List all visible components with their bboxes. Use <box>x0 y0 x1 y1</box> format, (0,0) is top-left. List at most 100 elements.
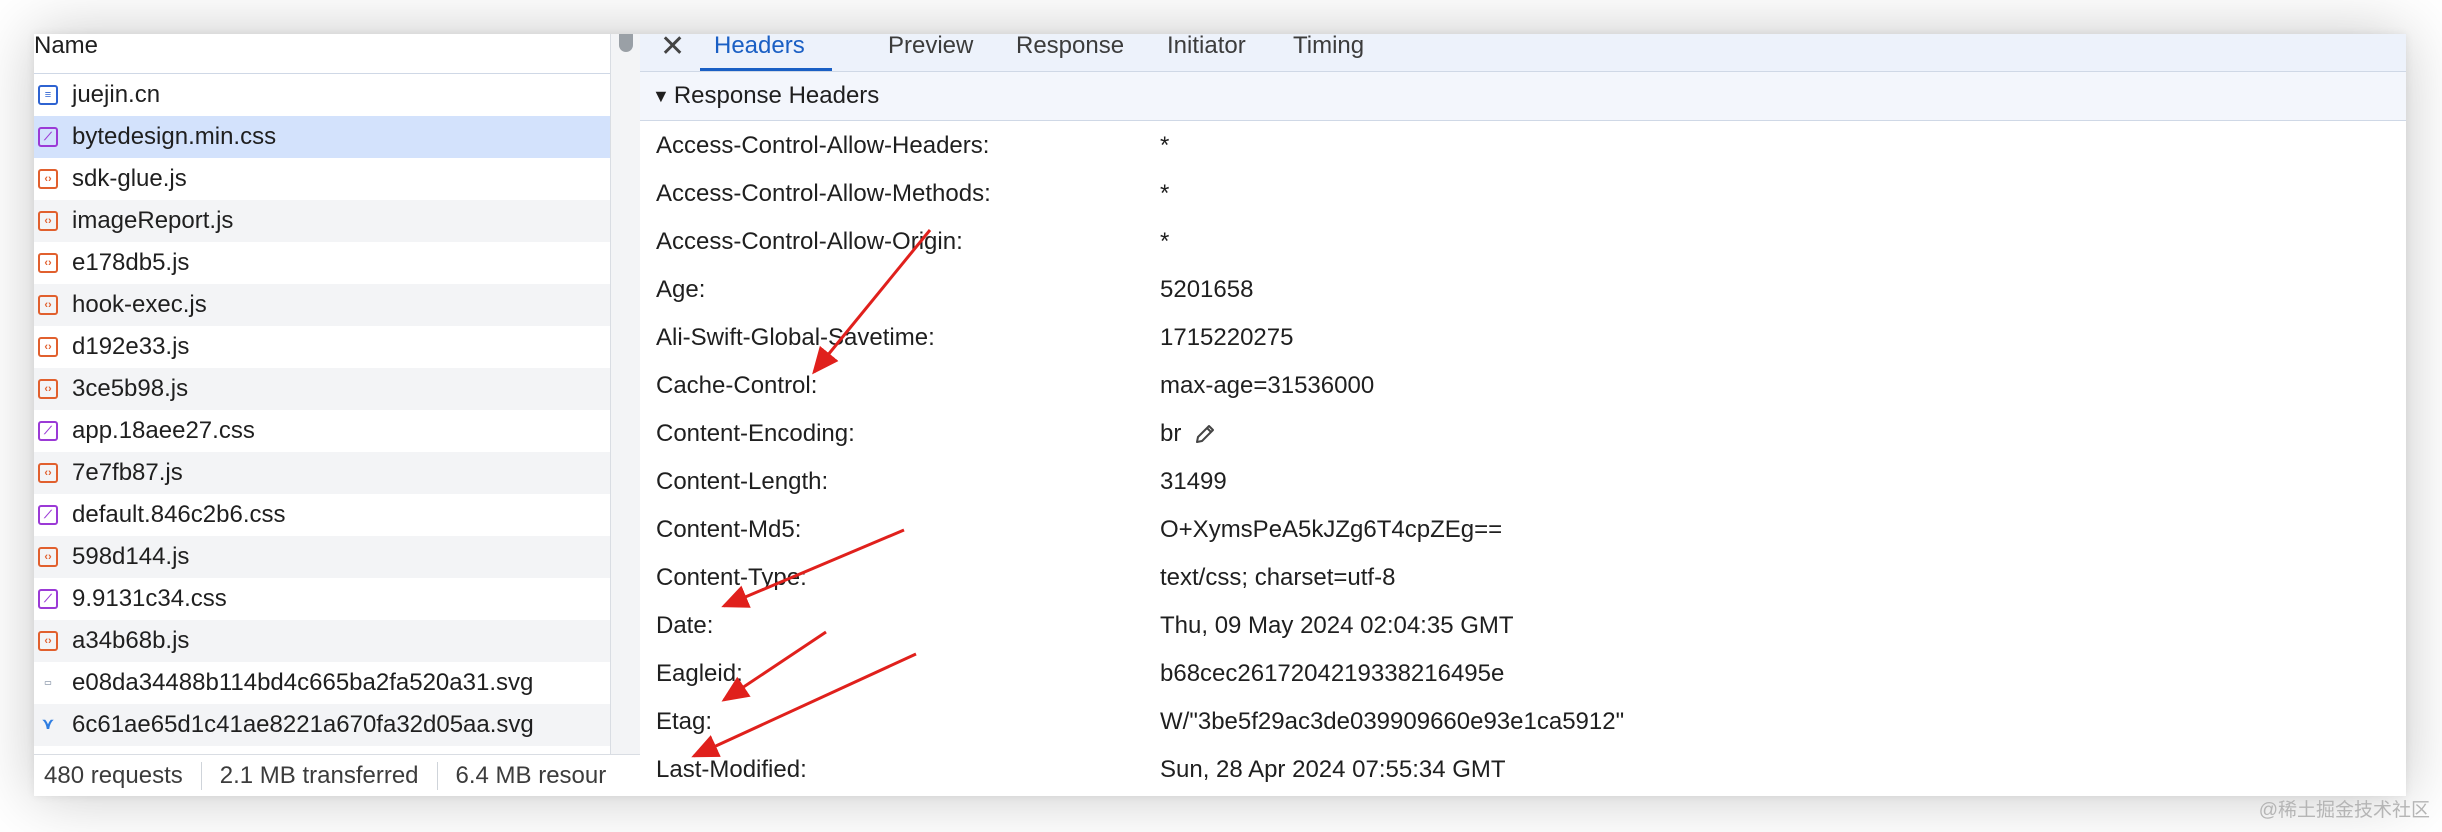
header-name: Eagleid: <box>656 660 743 687</box>
header-value-text: text/css; charset=utf-8 <box>1160 564 1396 591</box>
header-value-text: W/"3be5f29ac3de039909660e93e1ca5912" <box>1160 708 1625 735</box>
request-count: 480 requests <box>44 762 183 789</box>
watermark: @稀土掘金技术社区 <box>2258 800 2430 821</box>
header-value-text: br <box>1160 420 1182 447</box>
request-row[interactable]: ⟋ 9.9131c34.css <box>34 578 610 620</box>
image-file-icon: ⋎ <box>41 716 55 733</box>
header-row: Content-Md5: O+XymsPeA5kJZg6T4cpZEg== <box>640 504 2406 552</box>
devtools-network-panel: Name ≡ juejin.cn ⟋ bytedesign.min.css ‹› sdk-… <box>34 34 2406 796</box>
header-name: Date: <box>656 612 714 639</box>
request-row[interactable]: ⋎ 6c61ae65d1c41ae8221a670fa32d05aa.svg <box>34 704 610 746</box>
stylesheet-file-icon: ⟋ <box>38 421 58 441</box>
header-name: Last-Modified: <box>656 756 807 783</box>
header-name: Access-Control-Allow-Headers: <box>656 132 990 159</box>
request-name: 6c61ae65d1c41ae8221a670fa32d05aa.svg <box>72 711 534 738</box>
header-value-text: O+XymsPeA5kJZg6T4cpZEg== <box>1160 516 1503 543</box>
request-list: ≡ juejin.cn ⟋ bytedesign.min.css ‹› sdk-glue.… <box>34 74 610 746</box>
header-row: Access-Control-Allow-Origin: * <box>640 216 2406 264</box>
request-name: 3ce5b98.js <box>72 375 189 402</box>
header-value-text: 31499 <box>1160 468 1227 495</box>
close-icon[interactable]: ✕ <box>660 34 685 66</box>
script-file-icon: ‹› <box>38 253 58 273</box>
request-name: 9.9131c34.css <box>72 585 227 612</box>
header-name: Access-Control-Allow-Methods: <box>656 180 991 207</box>
header-name: Etag: <box>656 708 713 735</box>
header-row: Content-Encoding: br <box>640 408 2406 456</box>
request-name: sdk-glue.js <box>72 165 187 192</box>
transferred-size: 2.1 MB transferred <box>219 762 419 789</box>
response-headers-list: Access-Control-Allow-Headers: * Access-Con… <box>640 120 2406 792</box>
header-row: Eagleid: b68cec2617204219338216495e <box>640 648 2406 696</box>
header-value: 1715220275 <box>1160 324 1293 352</box>
pencil-icon[interactable] <box>1193 422 1217 446</box>
request-list-pane: Name ≡ juejin.cn ⟋ bytedesign.min.css ‹› sdk-… <box>34 34 610 796</box>
request-row[interactable]: ‹› sdk-glue.js <box>34 158 610 200</box>
request-row[interactable]: ‹› 598d144.js <box>34 536 610 578</box>
header-name: Content-Type: <box>656 564 807 591</box>
request-row[interactable]: ‹› 7e7fb87.js <box>34 452 610 494</box>
document-file-icon: ≡ <box>38 85 58 105</box>
request-row[interactable]: ⟋ bytedesign.min.css <box>34 116 610 158</box>
header-value-text: Sun, 28 Apr 2024 07:55:34 GMT <box>1160 756 1506 783</box>
resources-size: 6.4 MB resour <box>455 762 607 789</box>
column-header-name[interactable]: Name <box>34 34 98 58</box>
tab-response[interactable]: Response <box>1016 34 1124 58</box>
header-value: * <box>1160 228 1169 256</box>
status-bar: 480 requests 2.1 MB transferred 6.4 MB r… <box>34 754 640 796</box>
header-value: 31499 <box>1160 468 1227 496</box>
header-value: b68cec2617204219338216495e <box>1160 660 1504 688</box>
header-value: max-age=31536000 <box>1160 372 1374 400</box>
script-file-icon: ‹› <box>38 547 58 567</box>
section-title: Response Headers <box>673 82 880 109</box>
tab-timing[interactable]: Timing <box>1293 34 1364 58</box>
header-value: W/"3be5f29ac3de039909660e93e1ca5912" <box>1160 708 1624 736</box>
script-file-icon: ‹› <box>38 211 58 231</box>
scrollbar-thumb[interactable] <box>619 34 633 52</box>
request-row[interactable]: ⟋ default.846c2b6.css <box>34 494 610 536</box>
request-row[interactable]: ‹› hook-exec.js <box>34 284 610 326</box>
header-value: br <box>1160 420 1217 448</box>
header-value: 5201658 <box>1160 276 1253 304</box>
request-row[interactable]: ≡ juejin.cn <box>34 74 610 116</box>
request-name: imageReport.js <box>72 207 234 234</box>
request-name: default.846c2b6.css <box>72 501 286 528</box>
request-row[interactable]: ‹› imageReport.js <box>34 200 610 242</box>
header-name: Access-Control-Allow-Origin: <box>656 228 963 255</box>
header-value-text: * <box>1160 132 1170 159</box>
tab-initiator[interactable]: Initiator <box>1167 34 1246 58</box>
stylesheet-file-icon: ⟋ <box>38 127 58 147</box>
tab-preview[interactable]: Preview <box>888 34 973 58</box>
request-row[interactable]: ‹› a34b68b.js <box>34 620 610 662</box>
request-name: e178db5.js <box>72 249 190 276</box>
header-value-text: b68cec2617204219338216495e <box>1160 660 1505 687</box>
script-file-icon: ‹› <box>38 379 58 399</box>
image-file-icon: ▭ <box>44 678 52 687</box>
header-row: Last-Modified: Sun, 28 Apr 2024 07:55:34 … <box>640 744 2406 792</box>
tab-headers[interactable]: Headers <box>714 34 805 58</box>
request-row[interactable]: ⟋ app.18aee27.css <box>34 410 610 452</box>
header-name: Content-Encoding: <box>656 420 855 447</box>
header-value: text/css; charset=utf-8 <box>1160 564 1395 592</box>
header-row: Access-Control-Allow-Methods: * <box>640 168 2406 216</box>
stylesheet-file-icon: ⟋ <box>38 505 58 525</box>
header-value-text: * <box>1160 180 1170 207</box>
request-name: d192e33.js <box>72 333 190 360</box>
header-row: Access-Control-Allow-Headers: * <box>640 120 2406 168</box>
script-file-icon: ‹› <box>38 169 58 189</box>
header-row: Age: 5201658 <box>640 264 2406 312</box>
request-name: juejin.cn <box>72 81 161 108</box>
header-value: * <box>1160 132 1169 160</box>
request-row[interactable]: ‹› d192e33.js <box>34 326 610 368</box>
script-file-icon: ‹› <box>38 337 58 357</box>
header-value: Sun, 28 Apr 2024 07:55:34 GMT <box>1160 756 1506 784</box>
request-name: app.18aee27.css <box>72 417 255 444</box>
request-list-header: Name <box>34 34 610 74</box>
header-value: Thu, 09 May 2024 02:04:35 GMT <box>1160 612 1514 640</box>
request-row[interactable]: ‹› e178db5.js <box>34 242 610 284</box>
request-list-scrollbar[interactable] <box>610 34 642 754</box>
request-row[interactable]: ‹› 3ce5b98.js <box>34 368 610 410</box>
response-headers-toggle[interactable]: ▼ Response Headers <box>640 72 2406 121</box>
header-row: Cache-Control: max-age=31536000 <box>640 360 2406 408</box>
request-row[interactable]: ▭ e08da34488b114bd4c665ba2fa520a31.svg <box>34 662 610 704</box>
header-value-text: 5201658 <box>1160 276 1254 303</box>
